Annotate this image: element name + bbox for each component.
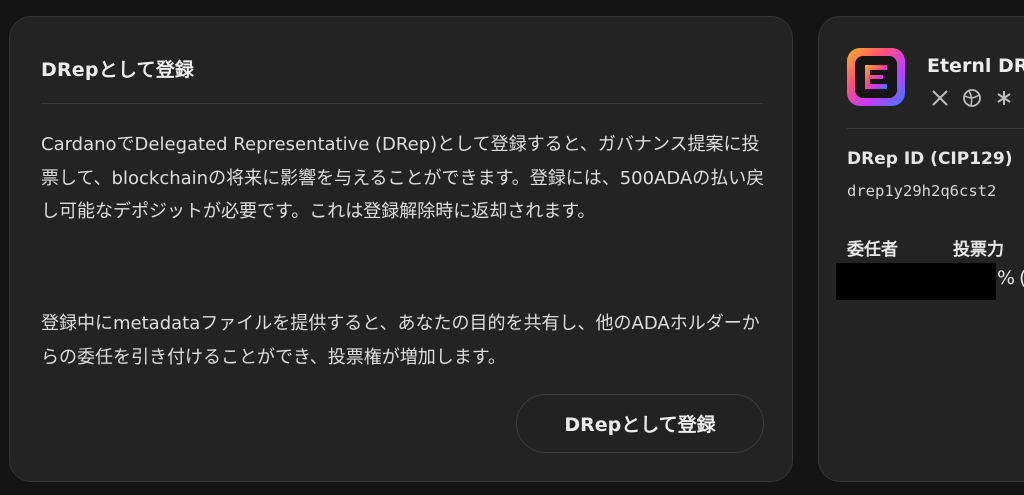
wallet-name: Eternl DR xyxy=(927,55,1024,77)
voting-power-label: 投票力 xyxy=(953,240,1004,260)
voting-power-percent: % xyxy=(997,267,1016,289)
voting-power-tail: ( xyxy=(1019,267,1024,289)
x-icon[interactable] xyxy=(929,87,951,109)
divider xyxy=(41,103,763,104)
divider xyxy=(847,128,1024,129)
asterisk-icon[interactable] xyxy=(993,87,1015,109)
description-paragraph: CardanoでDelegated Representative (DRep)と… xyxy=(41,134,765,222)
drep-id-label: DRep ID (CIP129) xyxy=(847,149,1013,169)
globe-icon[interactable] xyxy=(961,87,983,109)
redacted-value xyxy=(836,263,996,300)
card-title: DRepとして登録 xyxy=(41,59,195,81)
register-drep-button[interactable]: DRepとして登録 xyxy=(516,394,764,453)
drep-id-value[interactable]: drep1y29h2q6cst2 xyxy=(847,182,996,200)
drep-info-card: Eternl DR DRep ID (CIP129) drep1y29h2q6c… xyxy=(818,16,1024,482)
delegators-label: 委任者 xyxy=(847,240,898,260)
social-links xyxy=(929,87,1015,109)
page: DRepとして登録 CardanoでDelegated Representati… xyxy=(0,0,1024,495)
metadata-paragraph: 登録中にmetadataファイルを提供すると、あなたの目的を共有し、他のADAホ… xyxy=(41,313,760,368)
register-drep-card: DRepとして登録 CardanoでDelegated Representati… xyxy=(9,16,793,482)
eternl-logo-icon xyxy=(847,48,905,106)
